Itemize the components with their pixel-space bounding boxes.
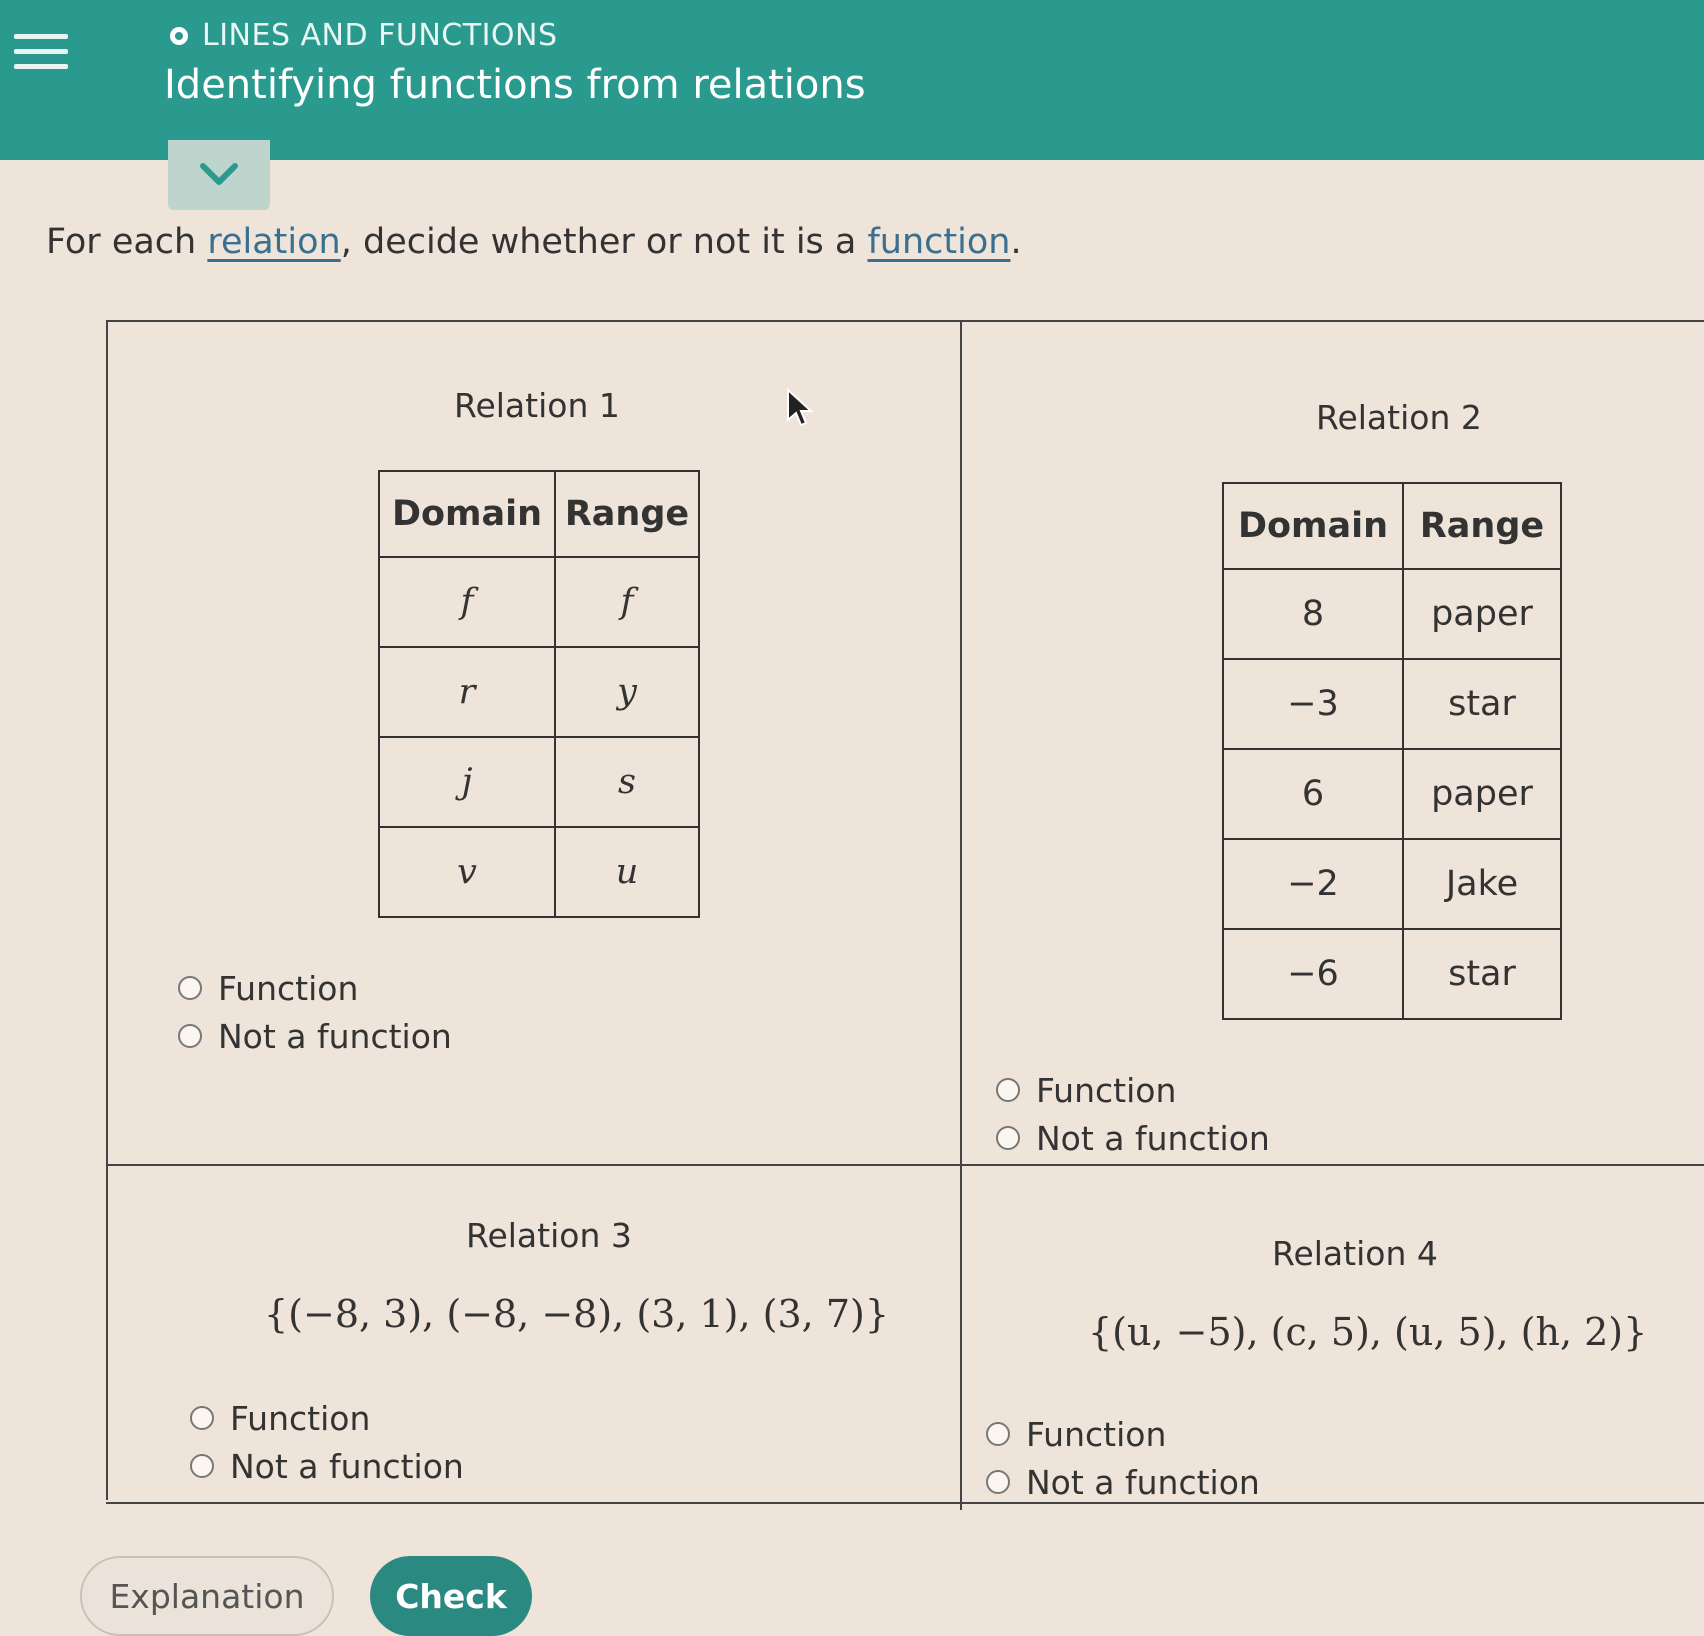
domain-cell: −3 [1222, 658, 1404, 750]
radio-label: Function [230, 1398, 371, 1438]
grid-bottom-border [106, 1502, 1704, 1504]
collapse-button[interactable] [168, 140, 270, 210]
grid-middle-divider [106, 1164, 1704, 1166]
table-row: r y [378, 646, 700, 738]
radio-circle-icon[interactable] [190, 1454, 214, 1478]
table-row: f f [378, 556, 700, 648]
domain-cell: v [378, 826, 556, 918]
range-cell: u [554, 826, 700, 918]
radio-label: Not a function [218, 1016, 452, 1056]
relation2-function-radio[interactable]: Function [996, 1066, 1270, 1114]
check-button[interactable]: Check [370, 1556, 532, 1636]
instruction-middle: , decide whether or not it is a [340, 222, 868, 262]
domain-cell: f [378, 556, 556, 648]
relation2-options: Function Not a function [996, 1066, 1270, 1162]
grid-top-border [106, 320, 1704, 322]
hamburger-menu-icon[interactable] [14, 34, 68, 82]
instruction-suffix: . [1010, 222, 1022, 262]
function-link[interactable]: function [867, 222, 1010, 262]
table-header-domain: Domain [378, 470, 556, 558]
relation1-function-radio[interactable]: Function [178, 964, 452, 1012]
relation4-options: Function Not a function [986, 1410, 1260, 1506]
chevron-down-icon [200, 163, 238, 185]
table-row: v u [378, 826, 700, 918]
range-cell: star [1402, 658, 1562, 750]
range-cell: paper [1402, 748, 1562, 840]
mouse-cursor-icon [787, 388, 814, 427]
header-bar: LINES AND FUNCTIONS Identifying function… [0, 0, 1704, 160]
radio-circle-icon[interactable] [986, 1422, 1010, 1446]
progress-circle-icon [170, 26, 188, 45]
relation3-not-function-radio[interactable]: Not a function [190, 1442, 464, 1490]
grid-center-divider [960, 320, 962, 1510]
relation2-title: Relation 2 [1316, 398, 1482, 437]
relation3-set: {(−8, 3), (−8, −8), (3, 1), (3, 7)} [264, 1292, 889, 1336]
grid-left-border [106, 320, 108, 1500]
table-row: −6 star [1222, 928, 1562, 1020]
radio-label: Not a function [1026, 1462, 1260, 1502]
table-header-range: Range [554, 470, 700, 558]
instruction-prefix: For each [46, 222, 208, 262]
table-row: 8 paper [1222, 568, 1562, 660]
relation2-table: Domain Range 8 paper −3 star 6 paper −2 … [1222, 482, 1562, 1020]
range-cell: Jake [1402, 838, 1562, 930]
table-row: −2 Jake [1222, 838, 1562, 930]
radio-label: Function [218, 968, 359, 1008]
table-header-range: Range [1402, 482, 1562, 570]
relation1-table: Domain Range f f r y j s v u [378, 470, 700, 918]
relation4-not-function-radio[interactable]: Not a function [986, 1458, 1260, 1506]
topic-text: LINES AND FUNCTIONS [202, 18, 558, 53]
explanation-button[interactable]: Explanation [80, 1556, 334, 1636]
radio-circle-icon[interactable] [190, 1406, 214, 1430]
relation4-function-radio[interactable]: Function [986, 1410, 1260, 1458]
relation3-title: Relation 3 [466, 1216, 632, 1255]
radio-circle-icon[interactable] [178, 1024, 202, 1048]
radio-label: Function [1036, 1070, 1177, 1110]
table-row: j s [378, 736, 700, 828]
relation1-not-function-radio[interactable]: Not a function [178, 1012, 452, 1060]
range-cell: s [554, 736, 700, 828]
domain-cell: −6 [1222, 928, 1404, 1020]
relation4-set: {(u, −5), (c, 5), (u, 5), (h, 2)} [1088, 1310, 1648, 1354]
radio-circle-icon[interactable] [996, 1078, 1020, 1102]
domain-cell: −2 [1222, 838, 1404, 930]
instruction-text: For each relation, decide whether or not… [46, 222, 1022, 262]
page-title: Identifying functions from relations [164, 62, 866, 108]
domain-cell: r [378, 646, 556, 738]
radio-circle-icon[interactable] [986, 1470, 1010, 1494]
relation2-not-function-radio[interactable]: Not a function [996, 1114, 1270, 1162]
relation3-function-radio[interactable]: Function [190, 1394, 464, 1442]
range-cell: f [554, 556, 700, 648]
relation1-options: Function Not a function [178, 964, 452, 1060]
radio-circle-icon[interactable] [178, 976, 202, 1000]
radio-label: Not a function [230, 1446, 464, 1486]
domain-cell: 8 [1222, 568, 1404, 660]
radio-label: Not a function [1036, 1118, 1270, 1158]
relation1-title: Relation 1 [454, 386, 620, 425]
relation-link[interactable]: relation [207, 222, 340, 262]
relation3-options: Function Not a function [190, 1394, 464, 1490]
table-header-domain: Domain [1222, 482, 1404, 570]
table-row: 6 paper [1222, 748, 1562, 840]
topic-label: LINES AND FUNCTIONS [170, 18, 558, 53]
relation4-title: Relation 4 [1272, 1234, 1438, 1273]
range-cell: paper [1402, 568, 1562, 660]
table-row: −3 star [1222, 658, 1562, 750]
domain-cell: 6 [1222, 748, 1404, 840]
range-cell: star [1402, 928, 1562, 1020]
range-cell: y [554, 646, 700, 738]
radio-label: Function [1026, 1414, 1167, 1454]
domain-cell: j [378, 736, 556, 828]
radio-circle-icon[interactable] [996, 1126, 1020, 1150]
